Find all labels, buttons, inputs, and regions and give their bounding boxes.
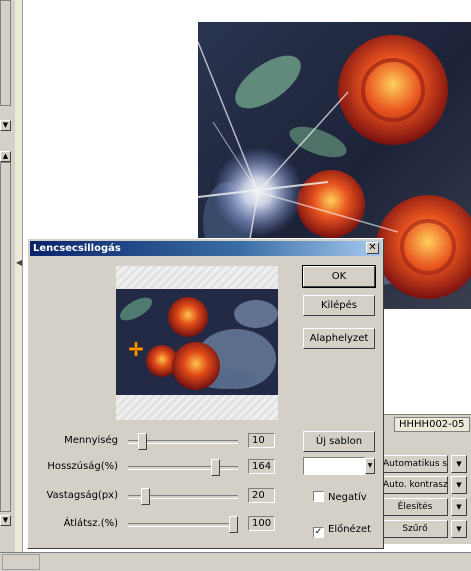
negative-checkbox-box[interactable]: [313, 491, 324, 502]
amount-slider-thumb[interactable]: [138, 433, 148, 450]
length-slider-thumb[interactable]: [210, 459, 220, 476]
thickness-label: Vastagság(px): [46, 490, 118, 501]
length-slider-track[interactable]: [128, 466, 238, 470]
auto-contrast-dropdown-icon[interactable]: ▼: [451, 476, 467, 494]
thickness-value[interactable]: 20: [248, 488, 275, 503]
negative-label: Negatív: [328, 492, 367, 503]
image-id-status: HHHH002-05: [394, 417, 470, 432]
preview-checkbox[interactable]: ✓ Előnézet: [313, 523, 372, 538]
auto-level-button[interactable]: Automatikus szint: [382, 455, 448, 473]
filter-dropdown-icon[interactable]: ▼: [451, 520, 467, 538]
preview-canvas[interactable]: [116, 266, 278, 420]
sharpen-button[interactable]: Élesítés: [382, 498, 448, 516]
sharpen-dropdown-icon[interactable]: ▼: [451, 498, 467, 516]
collapse-arrow-icon[interactable]: ◀: [16, 258, 22, 267]
negative-checkbox[interactable]: Negatív: [313, 491, 367, 505]
dialog-titlebar[interactable]: Lencsecsillogás ✕: [30, 241, 381, 256]
lens-flare-dialog: Lencsecsillogás ✕ OK Kilépés Alaphelyzet…: [27, 238, 384, 549]
ok-button[interactable]: OK: [302, 265, 376, 288]
opacity-value[interactable]: 100: [248, 516, 275, 531]
scroll-up-button[interactable]: ▲: [0, 151, 11, 162]
status-strip: HHHH002-05: [382, 414, 471, 433]
preview-label: Előnézet: [328, 524, 372, 535]
opacity-label: Átlátsz.(%): [63, 518, 118, 529]
flare-color-picker[interactable]: ▼: [303, 457, 375, 475]
exit-button[interactable]: Kilépés: [303, 295, 375, 316]
panel-splitter[interactable]: ◀: [15, 0, 23, 552]
filter-button[interactable]: Szűrő: [382, 520, 448, 538]
dialog-title: Lencsecsillogás: [33, 243, 121, 254]
amount-value[interactable]: 10: [248, 433, 275, 448]
left-panel: ▼ ▲ ▼: [0, 0, 16, 552]
auto-level-dropdown-icon[interactable]: ▼: [451, 455, 467, 473]
preview-image[interactable]: [116, 289, 278, 395]
lower-scroll-track[interactable]: [0, 162, 11, 512]
scroll-down-button[interactable]: ▼: [0, 515, 11, 526]
opacity-slider-thumb[interactable]: [229, 516, 238, 533]
preview-checkbox-box[interactable]: ✓: [313, 527, 324, 538]
chevron-down-icon[interactable]: ▼: [365, 458, 375, 474]
upper-scroll-down-button[interactable]: ▼: [0, 120, 11, 131]
new-template-button[interactable]: Új sablon: [303, 431, 375, 452]
length-label: Hosszúság(%): [47, 461, 118, 472]
amount-label: Mennyiség: [64, 435, 118, 446]
orange-crosshair-icon[interactable]: [128, 341, 144, 357]
upper-scroll-well[interactable]: [0, 0, 11, 106]
opacity-slider-track[interactable]: [128, 523, 238, 527]
thickness-slider-thumb[interactable]: [141, 488, 151, 505]
auto-contrast-button[interactable]: Auto. kontraszt: [382, 476, 448, 494]
adjust-tools-panel: Automatikus szint ▼ Auto. kontraszt ▼ Él…: [382, 432, 471, 544]
bottom-status-bar: [0, 552, 471, 571]
status-cell: [2, 554, 40, 570]
reset-button[interactable]: Alaphelyzet: [303, 328, 375, 349]
close-icon[interactable]: ✕: [366, 242, 379, 254]
length-value[interactable]: 164: [248, 459, 275, 474]
flare-color-swatch[interactable]: [303, 457, 365, 475]
